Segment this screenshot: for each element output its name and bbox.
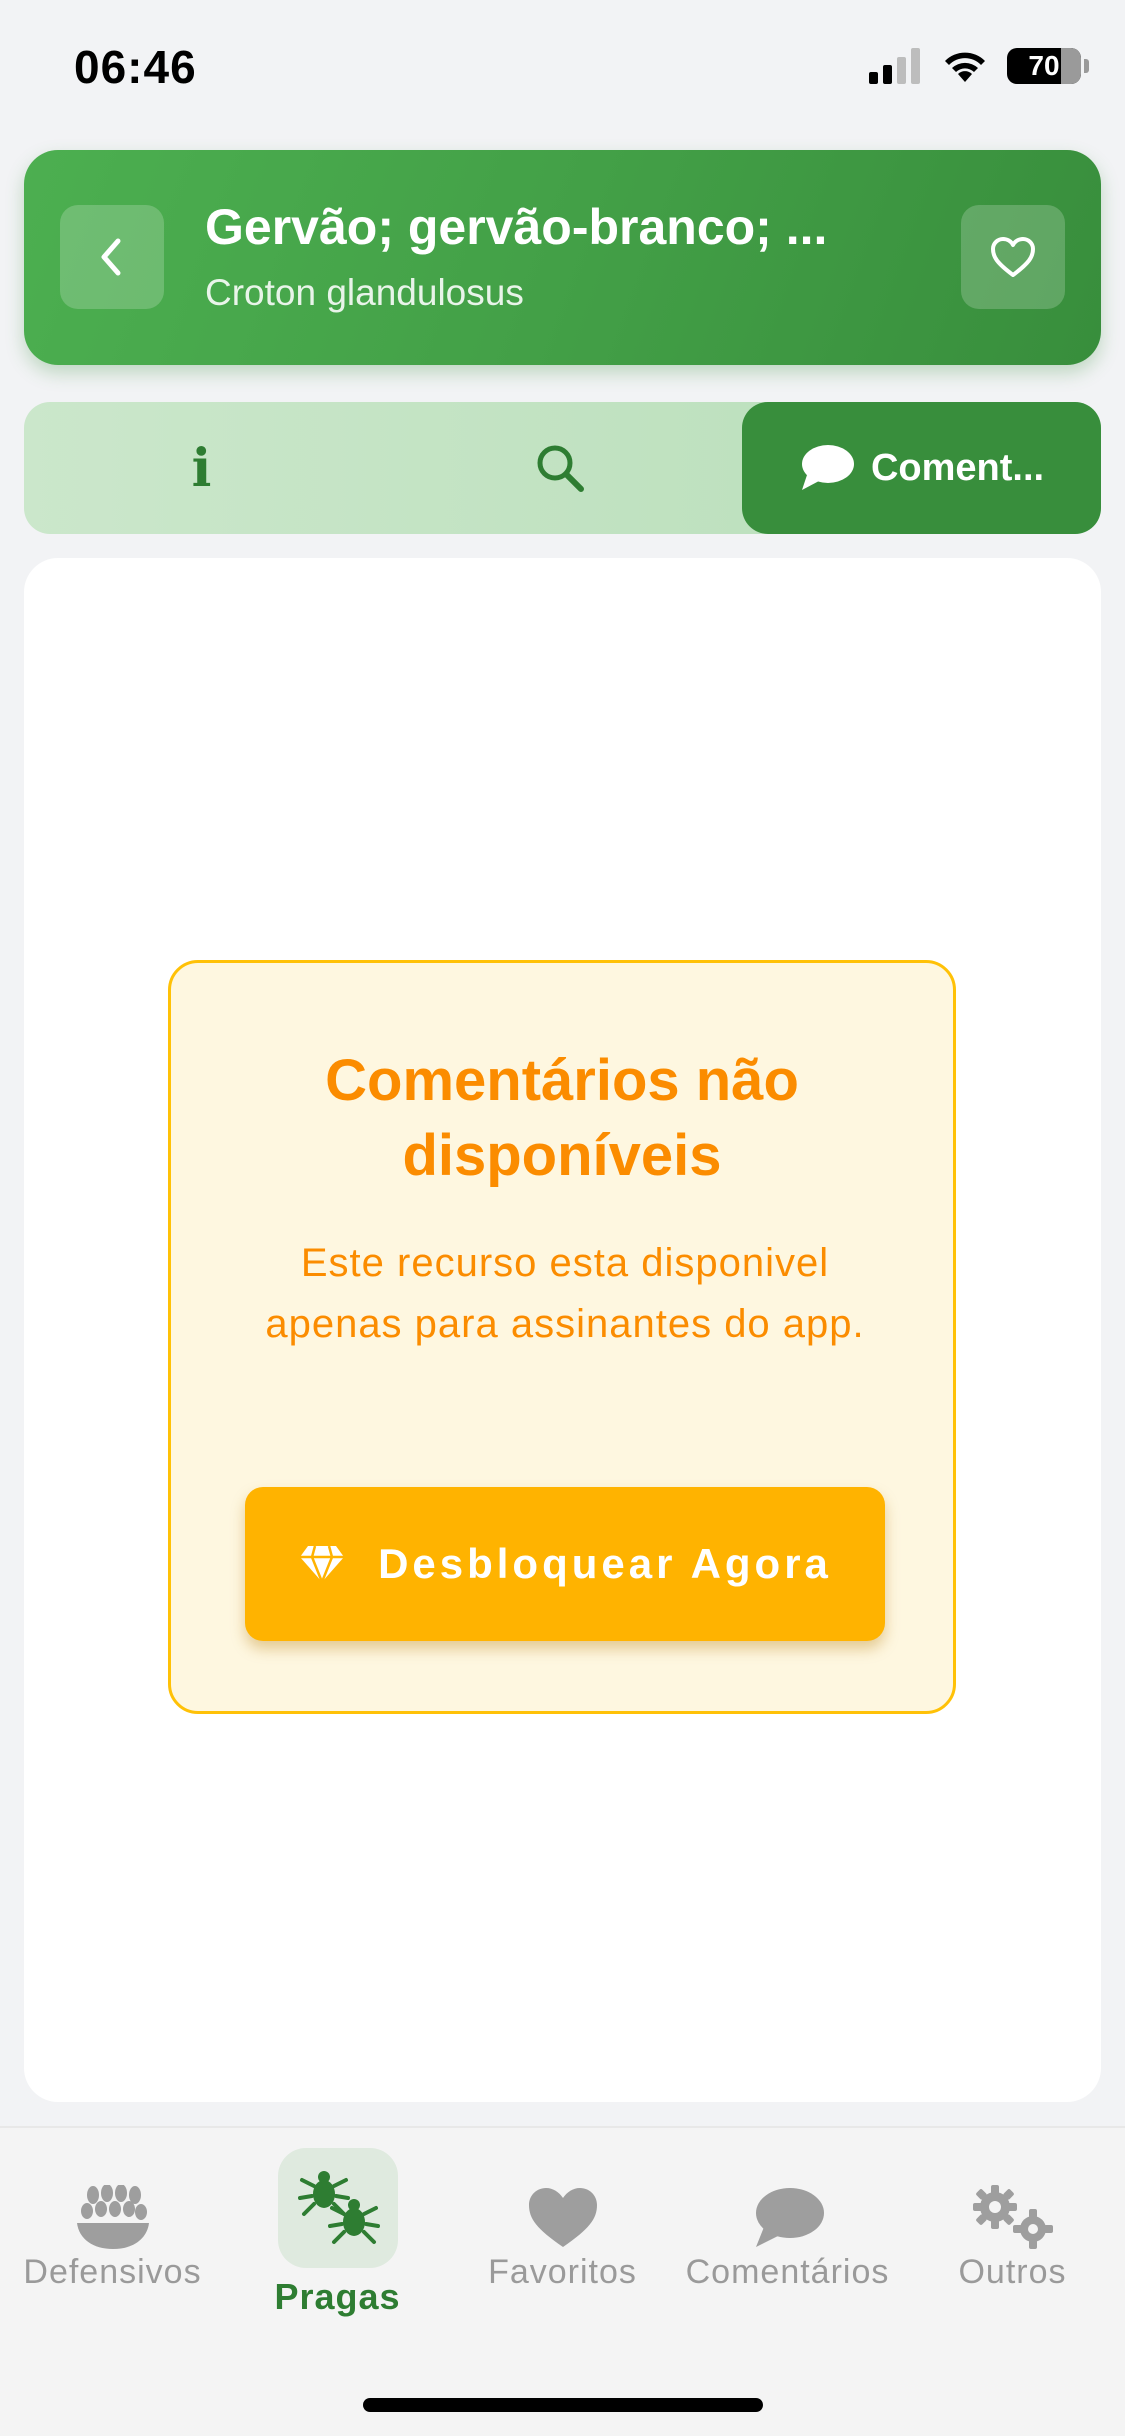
- home-indicator: [363, 2398, 763, 2412]
- tab-search[interactable]: [379, 402, 741, 534]
- content-card: Comentários não disponíveis Este recurso…: [24, 558, 1101, 2102]
- tab-comments-label: Coment...: [870, 446, 1045, 489]
- nav-label-defensivos: Defensivos: [23, 2253, 202, 2291]
- wifi-icon: [945, 52, 985, 82]
- chat-bubble-icon: [801, 445, 854, 490]
- page-subtitle: Croton glandulosus: [205, 272, 524, 313]
- heart-outline-icon: [991, 237, 1035, 277]
- battery-level: 70: [1028, 50, 1060, 81]
- bugs-icon: [277, 2148, 398, 2268]
- page-title: Gervão; gervão-branco; ...: [205, 199, 828, 255]
- tab-bar: i Coment...: [24, 402, 1101, 534]
- status-time: 06:46: [74, 41, 197, 93]
- battery-icon: 70: [1007, 48, 1089, 84]
- favorite-button[interactable]: [961, 205, 1065, 309]
- chevron-left-icon: [101, 238, 121, 276]
- nav-item-favoritos[interactable]: Favoritos: [450, 2128, 675, 2328]
- nav-item-comentarios[interactable]: Comentários: [675, 2128, 900, 2328]
- status-bar: 06:46 70: [0, 0, 1125, 140]
- header: Gervão; gervão-branco; ... Croton glandu…: [24, 150, 1101, 365]
- unlock-button-label: Desbloquear Agora: [378, 1540, 832, 1587]
- back-button[interactable]: [60, 205, 164, 309]
- search-icon: [537, 445, 584, 492]
- tab-info[interactable]: i: [24, 402, 379, 534]
- notice-title: Comentários não disponíveis: [325, 1048, 799, 1188]
- nav-label-outros: Outros: [958, 2253, 1067, 2291]
- nav-item-pragas[interactable]: Pragas: [225, 2128, 450, 2328]
- bottom-nav: Defensivos Pragas Favoritos Comentários …: [0, 2126, 1125, 2436]
- nav-item-outros[interactable]: Outros: [900, 2128, 1125, 2328]
- info-icon: i: [191, 437, 212, 499]
- nav-label-favoritos: Favoritos: [488, 2253, 637, 2291]
- tab-comments[interactable]: Coment...: [742, 402, 1101, 534]
- notice-description: Este recurso esta disponivel apenas para…: [265, 1241, 865, 1346]
- nav-item-defensivos[interactable]: Defensivos: [0, 2128, 225, 2328]
- diamond-icon: [300, 1545, 345, 1583]
- subscription-notice: Comentários não disponíveis Este recurso…: [168, 960, 956, 1714]
- app-screen: 06:46 70 Gervão; gervão-branco; ... Crot…: [0, 0, 1125, 2436]
- nav-label-pragas: Pragas: [274, 2276, 401, 2317]
- nav-label-comentarios: Comentários: [685, 2253, 890, 2291]
- signal-icon: [869, 48, 920, 84]
- status-icons: 70: [869, 48, 1089, 84]
- unlock-button[interactable]: Desbloquear Agora: [245, 1487, 885, 1641]
